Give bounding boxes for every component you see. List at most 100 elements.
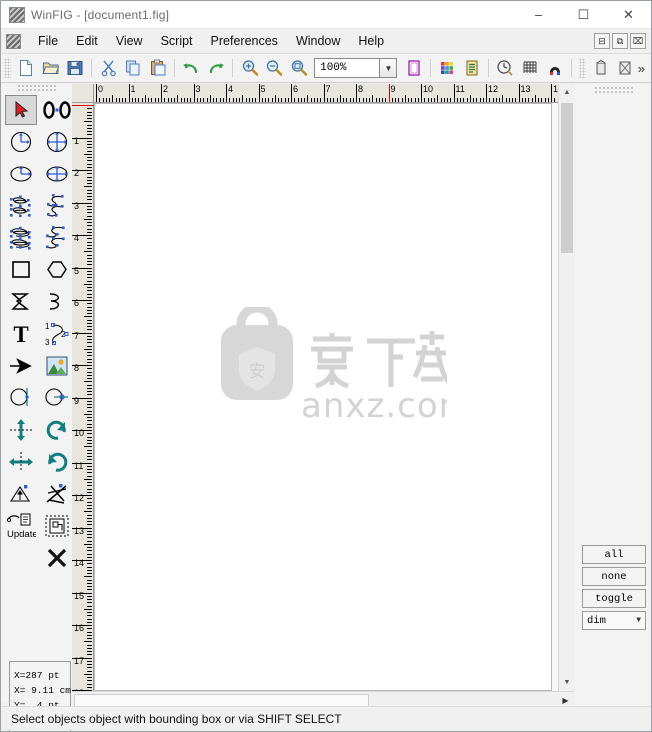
ruler-label-v: 1	[74, 135, 80, 146]
ruler-tick-v	[87, 108, 92, 109]
tool-update-icon[interactable]: Update	[5, 511, 37, 541]
select-none-button[interactable]: none	[582, 567, 646, 586]
vertical-scrollbar[interactable]: ▲ ▼	[558, 84, 575, 691]
toolbar-grip-2[interactable]	[578, 58, 586, 78]
tool-numbered-points-icon[interactable]: 1 2 3	[41, 319, 73, 349]
vertical-scroll-thumb[interactable]	[561, 103, 573, 253]
tool-library-icon[interactable]	[41, 511, 73, 541]
menu-script[interactable]: Script	[152, 31, 202, 51]
ruler-tick-h	[421, 84, 422, 102]
ruler-tick-v	[87, 417, 92, 418]
depth-mode-select[interactable]: dim ▼	[582, 611, 646, 630]
tool-flip-horizontal-icon[interactable]	[5, 447, 37, 477]
menu-help[interactable]: Help	[349, 31, 393, 51]
ruler-tick-v	[87, 667, 92, 668]
ruler-tick-v	[72, 333, 92, 334]
tool-delete-x-icon[interactable]	[41, 543, 73, 573]
toolbar-grip[interactable]	[4, 58, 11, 78]
tool-circle-radius-icon[interactable]	[5, 127, 37, 157]
canvas-area[interactable]: 安 anxz.co	[94, 103, 558, 691]
tool-circle-diameter-icon[interactable]	[41, 127, 73, 157]
new-document-icon[interactable]	[15, 56, 38, 80]
depth-clock-icon[interactable]	[494, 56, 517, 80]
undo-arrow-icon[interactable]	[180, 56, 203, 80]
zoom-fit-icon[interactable]	[288, 56, 311, 80]
menu-preferences[interactable]: Preferences	[202, 31, 287, 51]
ruler-tick-v	[87, 238, 92, 239]
tool-select-arrow-icon[interactable]	[5, 95, 37, 125]
tool-ellipse-diameter-icon[interactable]	[41, 159, 73, 189]
tool-image-icon[interactable]	[41, 351, 73, 381]
scroll-up-icon[interactable]: ▲	[559, 84, 575, 101]
tool-open-interp-spline-icon[interactable]	[41, 223, 73, 253]
close-button[interactable]: ✕	[606, 1, 651, 29]
toolbar-separator	[91, 59, 93, 77]
tool-rotate-ccw-icon[interactable]	[41, 415, 73, 445]
align-box-icon[interactable]	[590, 56, 613, 80]
tool-flip-vertical-icon[interactable]	[5, 415, 37, 445]
document-page[interactable]: 安 anxz.co	[94, 103, 552, 691]
paste-clipboard-icon[interactable]	[147, 56, 170, 80]
tool-rotate-cw-icon[interactable]	[5, 383, 37, 413]
tool-arrow-icon[interactable]	[5, 351, 37, 381]
ruler-tick-v	[87, 427, 92, 428]
minimize-button[interactable]: –	[516, 1, 561, 29]
tool-rectangle-icon[interactable]	[5, 255, 37, 285]
horizontal-ruler[interactable]: 01234567891011121314	[94, 84, 558, 103]
tool-ellipse-radius-icon[interactable]	[5, 159, 37, 189]
tool-palette-grip[interactable]	[17, 84, 57, 93]
tool-scale-icon[interactable]	[41, 383, 73, 413]
magnet-snap-icon[interactable]	[543, 56, 566, 80]
ruler-tick-v	[87, 580, 92, 581]
selection-panel-grip[interactable]	[593, 86, 634, 95]
ruler-tick-v	[72, 463, 92, 464]
mdi-minimize-button[interactable]: ⊟	[594, 33, 610, 49]
menu-file[interactable]: File	[29, 31, 67, 51]
tool-rotate-cw2-icon[interactable]	[41, 447, 73, 477]
tool-align-icon[interactable]	[5, 479, 37, 509]
page-layout-icon[interactable]	[402, 56, 425, 80]
zoom-in-icon[interactable]	[238, 56, 261, 80]
maximize-button[interactable]: ☐	[561, 1, 606, 29]
toolbar-overflow-button[interactable]: »	[638, 61, 645, 76]
ruler-label-h: 11	[455, 84, 465, 94]
redo-arrow-icon[interactable]	[205, 56, 228, 80]
app-logo-icon	[9, 6, 25, 23]
ruler-tick-h	[470, 95, 471, 102]
menu-window[interactable]: Window	[287, 31, 349, 51]
open-folder-icon[interactable]	[39, 56, 62, 80]
select-all-button[interactable]: all	[582, 545, 646, 564]
mdi-restore-button[interactable]: ⧉	[612, 33, 628, 49]
properties-list-icon[interactable]	[461, 56, 484, 80]
chevron-down-icon[interactable]: ▼	[380, 58, 398, 78]
menu-edit[interactable]: Edit	[67, 31, 107, 51]
tool-text-icon[interactable]: T	[5, 319, 37, 349]
tool-point-edit-icon[interactable]	[41, 95, 73, 125]
tool-polygon-icon[interactable]	[41, 255, 73, 285]
delete-hatch-icon[interactable]	[614, 56, 637, 80]
grid-icon[interactable]	[519, 56, 542, 80]
select-toggle-button[interactable]: toggle	[582, 589, 646, 608]
tool-arc-icon[interactable]	[41, 287, 73, 317]
tool-closed-interp-spline-icon[interactable]	[5, 223, 37, 253]
ruler-tick-v	[87, 661, 92, 662]
color-palette-icon[interactable]	[436, 56, 459, 80]
save-disk-icon[interactable]	[64, 56, 87, 80]
tool-measure-icon[interactable]	[41, 479, 73, 509]
ruler-tick-v	[87, 648, 92, 649]
zoom-level-input[interactable]: 100%	[314, 58, 381, 78]
tool-open-spline-icon[interactable]	[41, 191, 73, 221]
tool-polyline-icon[interactable]	[5, 287, 37, 317]
cut-scissors-icon[interactable]	[97, 56, 120, 80]
ruler-tick-v	[87, 420, 92, 421]
copy-icon[interactable]	[122, 56, 145, 80]
ruler-tick-v	[87, 615, 92, 616]
vertical-ruler[interactable]: 123456789101112131415161718	[72, 103, 94, 691]
scroll-down-icon[interactable]: ▼	[559, 674, 575, 691]
menu-view[interactable]: View	[107, 31, 152, 51]
ruler-tick-v	[87, 567, 92, 568]
mdi-close-button[interactable]: ⌧	[630, 33, 646, 49]
ruler-label-h: 12	[488, 84, 499, 94]
tool-closed-spline-icon[interactable]	[5, 191, 37, 221]
zoom-out-icon[interactable]	[263, 56, 286, 80]
